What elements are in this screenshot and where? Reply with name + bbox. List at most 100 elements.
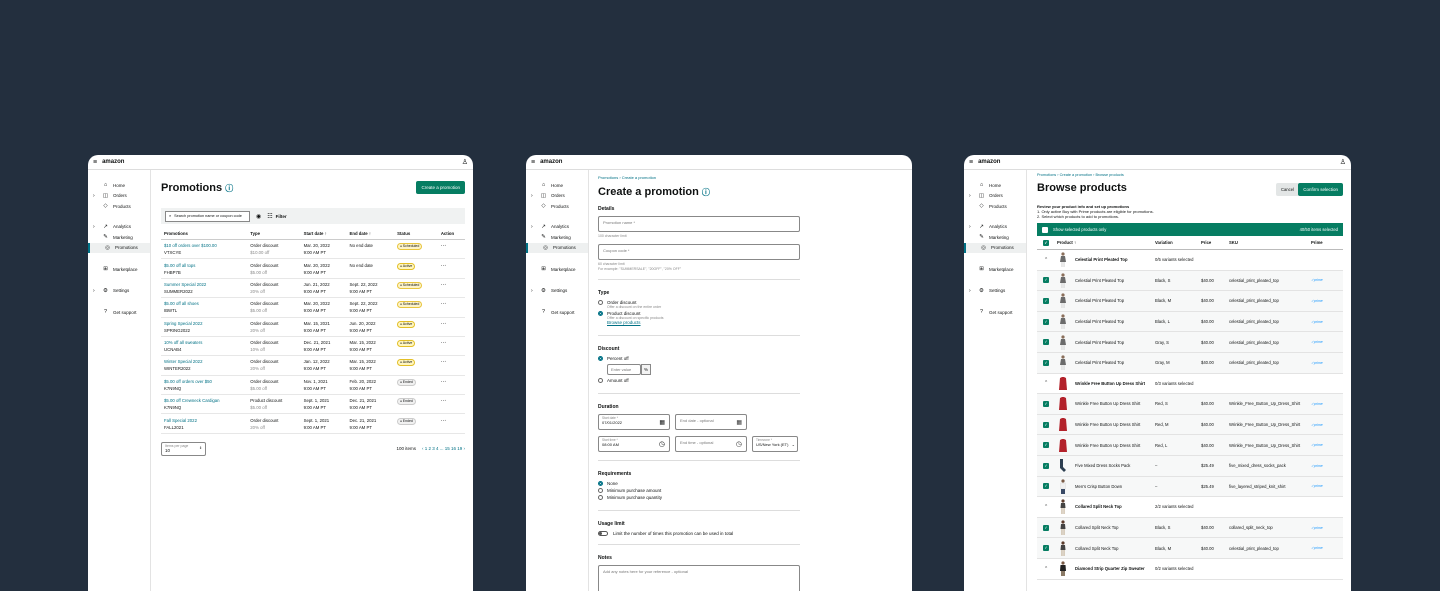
sidebar-item-marketing[interactable]: ✎ Marketing [526, 232, 588, 243]
row-checkbox[interactable]: ✓ [1043, 297, 1049, 304]
chevron-up-icon[interactable]: ⌃ [1043, 566, 1048, 572]
sidebar-item-products[interactable]: ◇ Products [964, 201, 1026, 212]
product-row[interactable]: ✓ Celestial Print Pleated Top Gray, M $4… [1037, 352, 1343, 374]
product-row[interactable]: ✓ Wrinkle Free Button Up Dress Shirt Red… [1037, 414, 1343, 436]
sidebar-item-get-support[interactable]: ? Get support [526, 307, 588, 318]
product-row[interactable]: ✓ Collared Split Neck Top Black, S $40.0… [1037, 517, 1343, 539]
row-checkbox[interactable]: ✓ [1043, 318, 1049, 325]
promotion-name-link[interactable]: $10 off orders over $100.00 [164, 242, 244, 249]
search-input[interactable]: ⌕ Search promotion name or coupon code [165, 210, 250, 222]
sidebar-item-settings[interactable]: › ⚙ Settings [88, 286, 150, 297]
sidebar-item-promotions[interactable]: ◎ Promotions [964, 242, 1026, 253]
coupon-code-input[interactable]: Coupon code * [598, 244, 800, 260]
row-checkbox[interactable]: ✓ [1043, 421, 1049, 428]
sidebar-item-get-support[interactable]: ? Get support [88, 307, 150, 318]
items-per-page-select[interactable]: Items per page 10 ⇕ [161, 441, 206, 456]
timezone-select[interactable]: Timezone * US/New York (ET) ⌄ [752, 436, 798, 452]
sidebar-item-settings[interactable]: › ⚙ Settings [526, 286, 588, 297]
req-amount-radio[interactable]: Minimum purchase amount [598, 488, 800, 493]
table-row[interactable]: Spring Special 2022 SPRING2022 Order disc… [161, 317, 465, 337]
more-actions-icon[interactable]: ··· [441, 359, 447, 364]
browse-products-link[interactable]: Browse products [607, 320, 664, 325]
filter-icon[interactable]: ☷ [267, 213, 272, 220]
row-checkbox[interactable]: ✓ [1043, 524, 1049, 531]
chevron-up-icon[interactable]: ⌃ [1043, 257, 1048, 263]
user-icon[interactable]: ♙ [1340, 158, 1346, 166]
menu-icon[interactable]: ≡ [93, 159, 97, 166]
confirm-selection-button[interactable]: Confirm selection [1298, 183, 1343, 196]
promotion-name-link[interactable]: Summer Special 2022 [164, 281, 244, 288]
col-product[interactable]: Product ↑ [1057, 240, 1137, 245]
table-row[interactable]: $5.00 off Crewneck Cardigan K7N9NQ Produc… [161, 394, 465, 415]
filter-label[interactable]: Filter [276, 214, 287, 219]
amount-off-radio[interactable]: Amount off [598, 378, 800, 383]
row-checkbox[interactable]: ✓ [1043, 545, 1049, 552]
table-row[interactable]: Fall Special 2022 FALL2021 Order discount… [161, 413, 465, 434]
more-actions-icon[interactable]: ··· [441, 282, 447, 287]
sidebar-item-analytics[interactable]: › ↗ Analytics [88, 222, 150, 233]
sidebar-item-marketing[interactable]: ✎ Marketing [964, 232, 1026, 243]
product-row[interactable]: ✓ Celestial Print Pleated Top Black, L $… [1037, 311, 1343, 333]
table-row[interactable]: $5.00 off orders over $50 K7N9NQ Order di… [161, 375, 465, 396]
promotion-name-link[interactable]: Winter Special 2022 [164, 358, 244, 365]
user-icon[interactable]: ♙ [462, 158, 468, 166]
show-selected-checkbox[interactable] [1042, 226, 1048, 233]
page-links[interactable]: ‹ 1 2 3 4 ... 15 16 19 › [422, 446, 465, 451]
menu-icon[interactable]: ≡ [531, 159, 535, 166]
row-checkbox[interactable]: ✓ [1043, 359, 1049, 366]
product-group-row[interactable]: ⌃ Diamond Strip Quarter Zip Sweater 0/2 … [1037, 558, 1343, 580]
row-checkbox[interactable]: ✓ [1043, 462, 1049, 469]
menu-icon[interactable]: ≡ [969, 159, 973, 166]
product-row[interactable]: ✓ Men's Crisp Button Down – $25.49 five_… [1037, 476, 1343, 498]
table-row[interactable]: Summer Special 2022 SUMMER2022 Order disc… [161, 278, 465, 299]
sidebar-item-marketing[interactable]: ✎ Marketing [88, 232, 150, 243]
sidebar-item-promotions[interactable]: ◎ Promotions [88, 242, 150, 253]
chevron-up-icon[interactable]: ⌃ [1043, 504, 1048, 510]
more-actions-icon[interactable]: ··· [441, 301, 447, 306]
percent-off-radio[interactable]: Percent off [598, 356, 800, 361]
more-actions-icon[interactable]: ··· [441, 263, 447, 268]
promotion-name-input[interactable]: Promotion name * [598, 216, 800, 232]
product-row[interactable]: ✓ Celestial Print Pleated Top Black, M $… [1037, 291, 1343, 312]
product-row[interactable]: ✓ Wrinkle Free Button Up Dress Shirt Red… [1037, 435, 1343, 456]
sidebar-item-home[interactable]: ⌂ Home [964, 180, 1026, 191]
sidebar-item-products[interactable]: ◇ Products [526, 201, 588, 212]
table-row[interactable]: Winter Special 2022 WINTER2022 Order disc… [161, 355, 465, 376]
create-promotion-button[interactable]: Create a promotion [416, 181, 465, 194]
sidebar-item-orders[interactable]: › ◫ Orders [88, 191, 150, 202]
row-checkbox[interactable]: ✓ [1043, 277, 1049, 284]
sidebar-item-marketplace[interactable]: ⊞ Marketplace [88, 264, 150, 275]
more-actions-icon[interactable]: ··· [441, 243, 447, 248]
table-row[interactable]: $5.00 off all tops FHBP7B Order discount $… [161, 258, 465, 279]
notes-textarea[interactable]: Add any notes here for your reference - … [598, 565, 800, 591]
sidebar-item-get-support[interactable]: ? Get support [964, 307, 1026, 318]
sidebar-item-marketplace[interactable]: ⊞ Marketplace [526, 264, 588, 275]
table-row[interactable]: $5.00 off all shoes IBWTL Order discount $… [161, 297, 465, 318]
breadcrumb[interactable]: Promotions › Create a promotion › Browse… [1037, 173, 1343, 177]
start-date-input[interactable]: Start date * 07/01/2022 ▦ [598, 414, 670, 430]
eye-icon[interactable]: ◉ [256, 213, 261, 220]
more-actions-icon[interactable]: ··· [441, 379, 447, 384]
sidebar-item-orders[interactable]: › ◫ Orders [526, 191, 588, 202]
promotion-name-link[interactable]: Spring Special 2022 [164, 320, 244, 327]
sidebar-item-home[interactable]: ⌂ Home [526, 180, 588, 191]
promotion-name-link[interactable]: $5.00 off Crewneck Cardigan [164, 397, 244, 404]
product-discount-radio[interactable]: Product discount Offer a discount on spec… [598, 311, 800, 325]
breadcrumb[interactable]: Promotions › Create a promotion [598, 175, 800, 180]
promotion-name-link[interactable]: $5.00 off all tops [164, 262, 244, 269]
more-actions-icon[interactable]: ··· [441, 321, 447, 326]
product-row[interactable]: ✓ Collared Split Neck Top Black, M $40.0… [1037, 538, 1343, 559]
promotion-name-link[interactable]: Fall Special 2022 [164, 417, 244, 424]
row-checkbox[interactable]: ✓ [1043, 483, 1049, 490]
promotion-name-link[interactable]: $5.00 off orders over $50 [164, 378, 244, 385]
sidebar-item-home[interactable]: ⌂ Home [88, 180, 150, 191]
percent-value-input[interactable]: Enter value [607, 364, 641, 375]
end-date-input[interactable]: End date - optional ▦ [675, 414, 747, 430]
product-row[interactable]: ✓ Celestial Print Pleated Top Gray, S $4… [1037, 332, 1343, 353]
product-row[interactable]: ✓ Celestial Print Pleated Top Black, S $… [1037, 270, 1343, 292]
sidebar-item-analytics[interactable]: › ↗ Analytics [964, 222, 1026, 233]
row-checkbox[interactable]: ✓ [1043, 442, 1049, 449]
info-icon[interactable]: ⓘ [225, 184, 233, 193]
sidebar-item-settings[interactable]: › ⚙ Settings [964, 286, 1026, 297]
product-row[interactable]: ✓ Five Mixed Dress Socks Pack – $25.49 f… [1037, 455, 1343, 477]
